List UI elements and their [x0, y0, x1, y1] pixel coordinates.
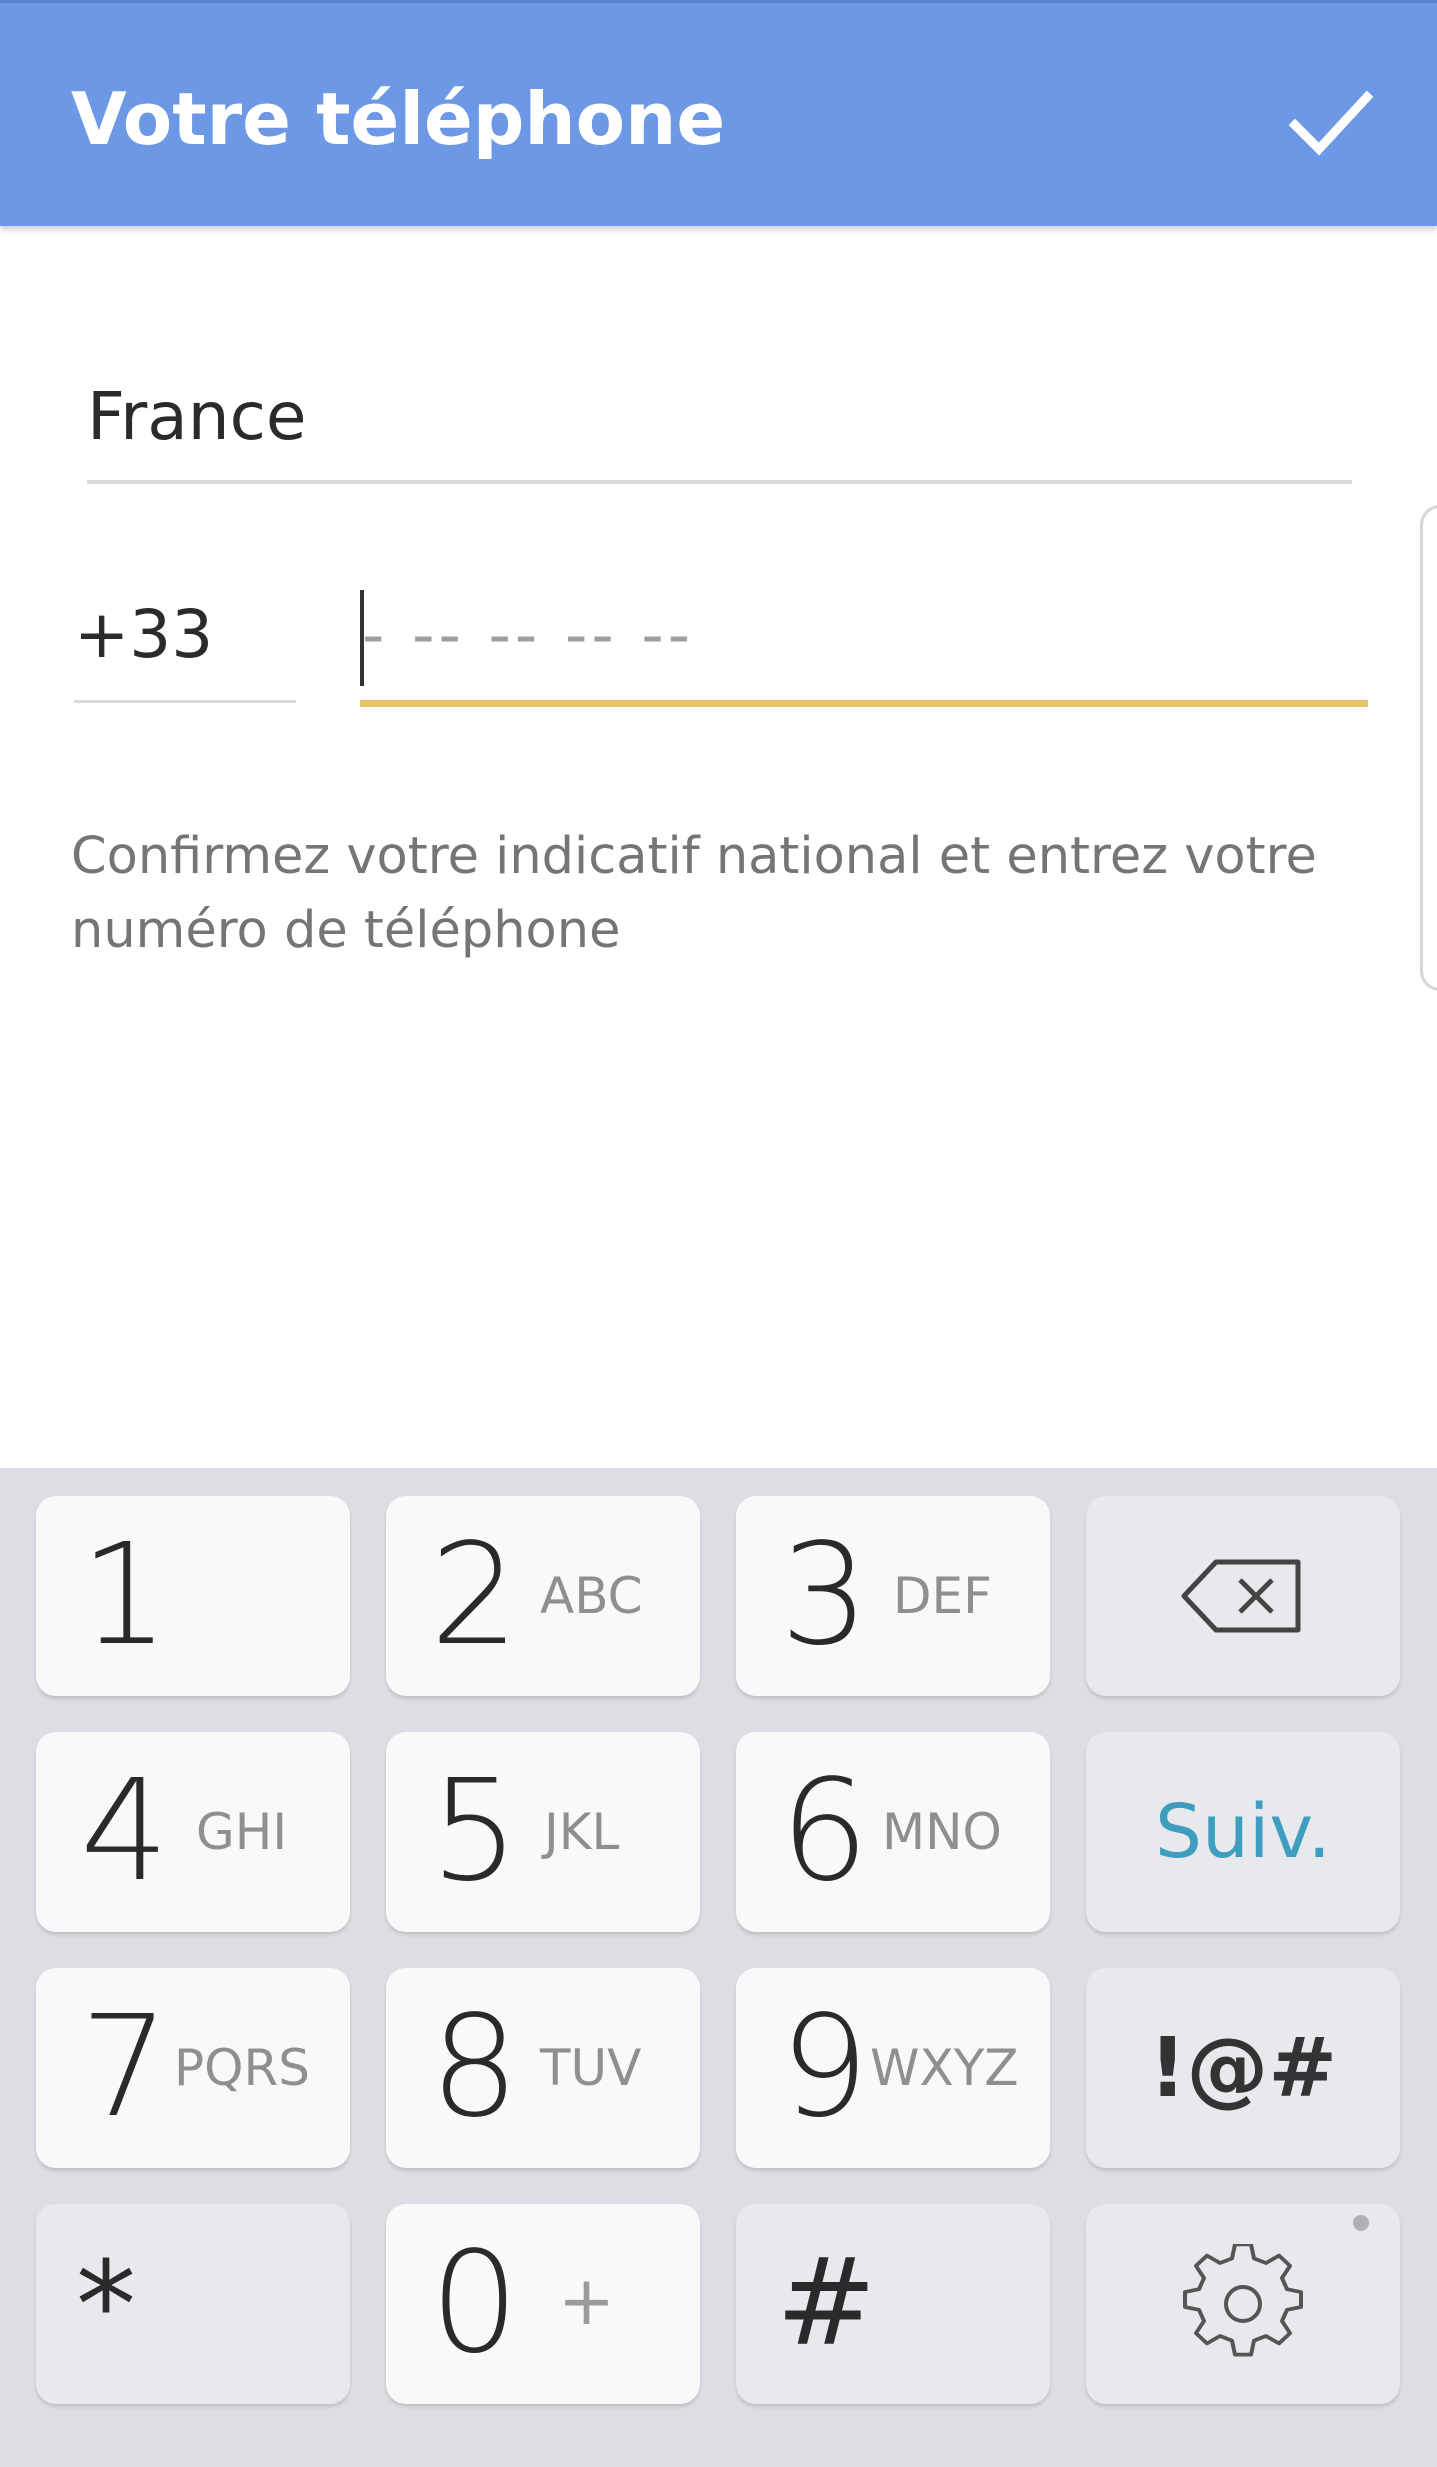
check-icon [1288, 90, 1374, 156]
key-7[interactable]: 7 PQRS [36, 1968, 350, 2168]
key-letters: TUV [540, 2039, 642, 2097]
key-letters: JKL [544, 1803, 620, 1861]
key-2[interactable]: 2 ABC [386, 1496, 700, 1696]
key-digit: 4 [80, 1750, 170, 1913]
app-bar: Votre téléphone [0, 0, 1437, 226]
indicator-dot [1353, 2215, 1369, 2231]
key-letters: DEF [893, 1567, 992, 1625]
gear-icon [1183, 2244, 1303, 2357]
key-digit: 1 [80, 1514, 170, 1677]
key-digit: 8 [430, 1986, 520, 2149]
key-digit: 6 [780, 1750, 870, 1913]
key-0[interactable]: 0 + [386, 2204, 700, 2404]
backspace-key[interactable] [1086, 1496, 1400, 1696]
phone-placeholder: - -- -- -- -- [362, 598, 695, 671]
key-digit: 7 [80, 1986, 170, 2149]
settings-key[interactable] [1086, 2204, 1400, 2404]
text-cursor [360, 590, 364, 686]
key-symbol: # [776, 2234, 877, 2373]
key-8[interactable]: 8 TUV [386, 1968, 700, 2168]
symbols-key-label: !@# [1148, 2020, 1338, 2116]
key-digit: 2 [430, 1514, 520, 1677]
page-title: Votre téléphone [71, 77, 726, 161]
key-letters: + [558, 2262, 615, 2341]
country-selector[interactable]: France [87, 360, 1352, 484]
key-4[interactable]: 4 GHI [36, 1732, 350, 1932]
key-star[interactable]: * [36, 2204, 350, 2404]
numeric-keyboard: 1 2 ABC 3 DEF 4 GHI 5 JKL 6 MNO Suiv. 7 … [0, 1468, 1437, 2467]
helper-text: Confirmez votre indicatif national et en… [71, 827, 1317, 960]
key-symbol: * [76, 2237, 136, 2376]
key-3[interactable]: 3 DEF [736, 1496, 1050, 1696]
phone-number-input[interactable]: - -- -- -- -- [360, 580, 1368, 707]
key-hash[interactable]: # [736, 2204, 1050, 2404]
key-letters: MNO [882, 1803, 1002, 1861]
key-1[interactable]: 1 [36, 1496, 350, 1696]
key-5[interactable]: 5 JKL [386, 1732, 700, 1932]
country-code-field[interactable]: +33 [74, 580, 296, 703]
confirm-button[interactable] [1275, 73, 1385, 173]
country-code-value: +33 [74, 596, 214, 673]
key-digit: 3 [780, 1514, 870, 1677]
key-letters: ABC [540, 1567, 643, 1625]
key-letters: GHI [196, 1803, 288, 1861]
next-key-label: Suiv. [1154, 1789, 1331, 1875]
key-digit: 5 [430, 1750, 520, 1913]
country-value: France [87, 378, 307, 455]
key-letters: WXYZ [870, 2039, 1019, 2097]
key-6[interactable]: 6 MNO [736, 1732, 1050, 1932]
backspace-icon [1181, 1559, 1301, 1633]
symbols-key[interactable]: !@# [1086, 1968, 1400, 2168]
key-digit: 9 [780, 1986, 870, 2149]
key-letters: PQRS [174, 2039, 310, 2097]
scroll-edge [1420, 505, 1437, 991]
key-digit: 0 [430, 2222, 520, 2385]
key-9[interactable]: 9 WXYZ [736, 1968, 1050, 2168]
next-key[interactable]: Suiv. [1086, 1732, 1400, 1932]
